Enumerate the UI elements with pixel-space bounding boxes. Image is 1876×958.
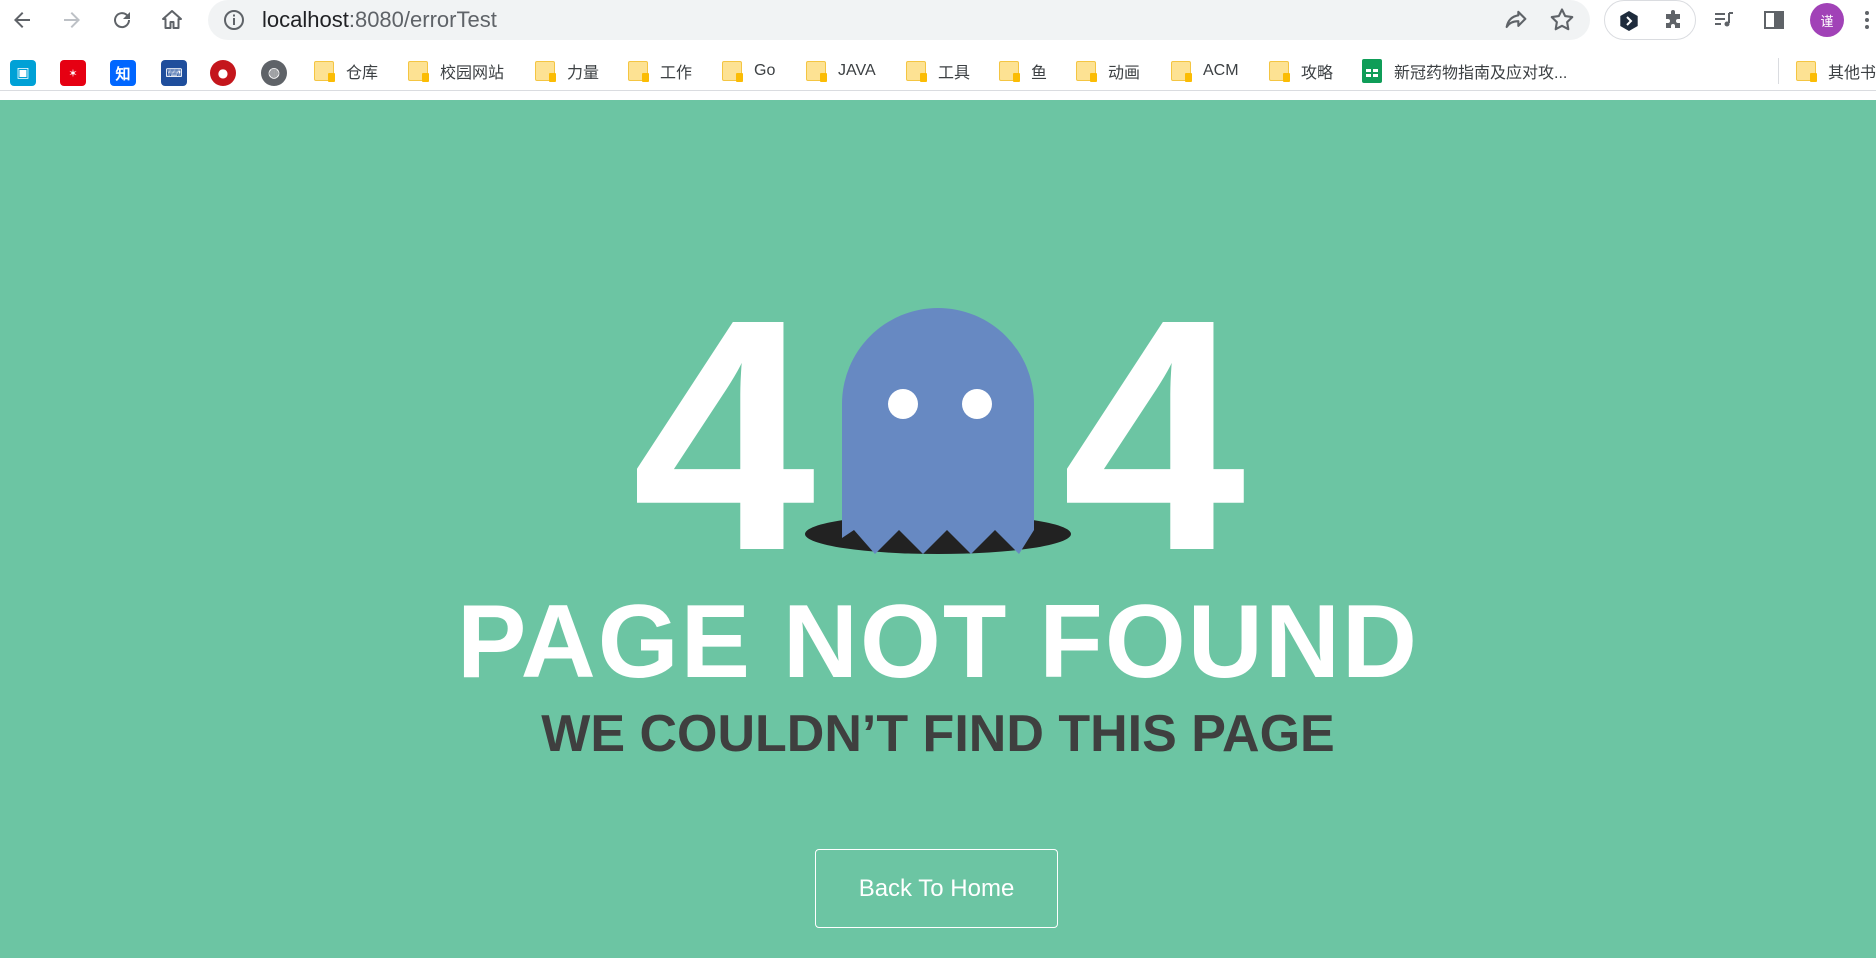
other-bookmarks[interactable]: 其他书 <box>1796 58 1876 84</box>
folder-icon <box>722 61 743 82</box>
bookmark-label: 新冠药物指南及应对攻... <box>1394 65 1568 82</box>
bookmark-label: 工具 <box>938 65 971 82</box>
bookmark-label: 力量 <box>567 65 600 82</box>
folder-icon <box>314 61 335 82</box>
zhihu-icon[interactable]: 知 <box>110 60 136 86</box>
back-arrow-icon[interactable] <box>6 4 38 36</box>
extension-hex-icon[interactable] <box>1617 9 1641 33</box>
folder-icon <box>1269 61 1290 82</box>
home-icon[interactable] <box>156 4 188 36</box>
bookmark-folder[interactable]: 鱼 <box>999 58 1047 84</box>
bookmark-folder[interactable]: 校园网站 <box>408 58 504 84</box>
bookmark-label: 校园网站 <box>440 65 505 82</box>
bookmark-label: 其他书 <box>1828 65 1876 82</box>
error-page: 4 4 PAGE NOT FOUND WE COULDN’T FIND THIS… <box>0 100 1876 958</box>
bookmark-folder[interactable]: 仓库 <box>314 58 378 84</box>
extensions-group <box>1604 0 1696 40</box>
extensions-puzzle-icon[interactable] <box>1661 9 1685 33</box>
bookmark-star-icon[interactable] <box>1548 6 1576 34</box>
globe-icon[interactable]: ◍ <box>261 60 287 86</box>
bookmarks-divider <box>1778 58 1779 84</box>
bookmark-label: 鱼 <box>1031 65 1048 82</box>
digit-left: 4 <box>632 250 816 619</box>
share-icon[interactable] <box>1502 6 1530 34</box>
school-seal-icon[interactable]: ● <box>210 60 236 86</box>
folder-icon <box>906 61 927 82</box>
bookmark-label: 仓库 <box>346 65 379 82</box>
forward-arrow-icon[interactable] <box>56 4 88 36</box>
bookmark-folder[interactable]: Go <box>722 58 775 84</box>
bookmark-folder[interactable]: 力量 <box>535 58 599 84</box>
ghost-icon <box>842 308 1034 554</box>
bookmark-folder[interactable]: ACM <box>1171 58 1239 84</box>
bookmark-folder[interactable]: 工具 <box>906 58 970 84</box>
folder-icon <box>628 61 649 82</box>
bookmark-label: ACM <box>1203 62 1239 79</box>
profile-avatar[interactable]: 谨 <box>1810 3 1844 37</box>
folder-icon <box>1171 61 1192 82</box>
url-host: localhost <box>262 7 349 32</box>
bookmark-label: 攻略 <box>1301 65 1334 82</box>
media-queue-icon[interactable] <box>1708 4 1740 36</box>
site-red-icon[interactable]: ✶ <box>60 60 86 86</box>
site-info-icon[interactable] <box>222 8 246 32</box>
bookmark-label: 工作 <box>660 65 693 82</box>
address-bar[interactable]: localhost:8080/errorTest <box>208 0 1590 40</box>
folder-icon <box>1796 61 1817 82</box>
side-panel-icon[interactable] <box>1758 4 1790 36</box>
bookmarks-bar: ▣ ✶ 知 ⌨ ● ◍ 仓库 校园网站 力量 工作 Go JAVA 工具 鱼 动… <box>0 50 1876 91</box>
folder-icon <box>806 61 827 82</box>
bookmark-folder[interactable]: JAVA <box>806 58 876 84</box>
bookmark-label: JAVA <box>838 62 876 79</box>
back-to-home-button[interactable]: Back To Home <box>815 849 1058 928</box>
bookmark-sheet[interactable]: 新冠药物指南及应对攻... <box>1362 58 1567 84</box>
bookmark-folder[interactable]: 动画 <box>1076 58 1140 84</box>
bookmark-label: 动画 <box>1108 65 1141 82</box>
page-title: PAGE NOT FOUND <box>456 584 1420 700</box>
folder-icon <box>999 61 1020 82</box>
url-path: :8080/errorTest <box>348 7 497 32</box>
menu-dots-icon[interactable] <box>1858 4 1876 36</box>
bilibili-icon[interactable]: ▣ <box>10 60 36 86</box>
folder-icon <box>1076 61 1097 82</box>
bookmark-folder[interactable]: 工作 <box>628 58 692 84</box>
devtools-icon[interactable]: ⌨ <box>161 60 187 86</box>
browser-toolbar: localhost:8080/errorTest 谨 <box>0 0 1876 40</box>
reload-icon[interactable] <box>106 4 138 36</box>
bookmark-label: Go <box>754 62 776 79</box>
folder-icon <box>535 61 556 82</box>
url-text[interactable]: localhost:8080/errorTest <box>262 8 497 32</box>
folder-icon <box>408 61 429 82</box>
spreadsheet-icon <box>1362 59 1382 83</box>
bookmark-folder[interactable]: 攻略 <box>1269 58 1333 84</box>
digit-right: 4 <box>1062 250 1246 619</box>
page-subtitle: WE COULDN’T FIND THIS PAGE <box>541 705 1335 763</box>
